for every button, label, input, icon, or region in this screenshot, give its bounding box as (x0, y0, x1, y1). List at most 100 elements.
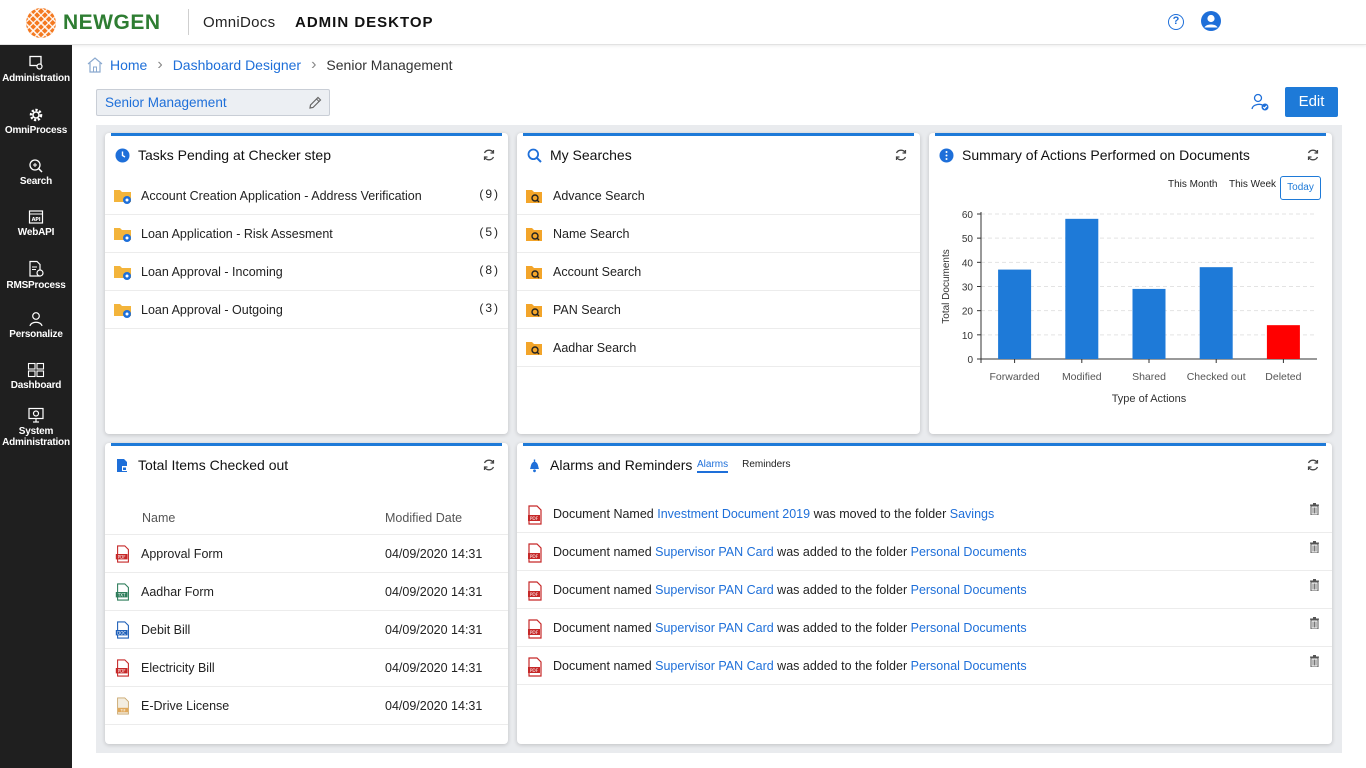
folder-link[interactable]: Personal Documents (911, 545, 1027, 559)
rail-item-webapi[interactable]: API WebAPI (0, 209, 72, 238)
rail-item-personalize[interactable]: Personalize (0, 311, 72, 340)
help-icon[interactable]: ? (1168, 14, 1184, 30)
trash-icon[interactable] (1309, 503, 1320, 515)
table-row[interactable]: DOC Debit Bill 04/09/2020 14:31 (105, 611, 508, 649)
list-item[interactable]: PAN Search (517, 291, 920, 329)
pdf-file-icon: PDF (528, 543, 542, 563)
user-profile-icon[interactable] (1200, 10, 1222, 32)
list-item[interactable]: Advance Search (517, 177, 920, 215)
item-name: E-Drive License (141, 699, 230, 713)
user-check-icon[interactable] (1250, 92, 1270, 112)
alarm-text: Document named (553, 545, 656, 559)
top-bar: NEWGEN OmniDocs ADMIN DESKTOP ? (0, 0, 1366, 45)
document-link[interactable]: Supervisor PAN Card (655, 545, 774, 559)
svg-text:PDF: PDF (118, 668, 127, 673)
rail-item-administration[interactable]: Administration (0, 55, 72, 84)
list-item[interactable]: Loan Approval - Incoming (8) (105, 253, 508, 291)
document-link[interactable]: Supervisor PAN Card (655, 583, 774, 597)
refresh-icon[interactable] (1306, 458, 1320, 472)
svg-text:DOC: DOC (117, 630, 126, 635)
bar-shared (1132, 288, 1166, 359)
trash-icon[interactable] (1309, 541, 1320, 553)
rail-item-system-administration[interactable]: System Administration (0, 407, 72, 448)
list-item[interactable]: Loan Application - Risk Assesment (5) (105, 215, 508, 253)
item-name: Debit Bill (141, 623, 191, 637)
table-row[interactable]: PDF Electricity Bill 04/09/2020 14:31 (105, 649, 508, 687)
bar-modified (1065, 218, 1099, 359)
alarm-text: was added to the folder (773, 545, 911, 559)
table-row[interactable]: TXT Aadhar Form 04/09/2020 14:31 (105, 573, 508, 611)
widget-title: Alarms and Reminders (550, 457, 693, 473)
bar-forwarded (998, 269, 1032, 359)
dashboard-name-field[interactable]: Senior Management (96, 89, 330, 116)
list-item[interactable]: Account Search (517, 253, 920, 291)
monitor-gear-icon (28, 407, 44, 423)
list-item[interactable]: Name Search (517, 215, 920, 253)
folder-link[interactable]: Savings (950, 507, 994, 521)
list-item[interactable]: Aadhar Search (517, 329, 920, 367)
breadcrumb-home[interactable]: Home (110, 57, 147, 73)
folder-link[interactable]: Personal Documents (911, 583, 1027, 597)
tasks-pending-widget: Tasks Pending at Checker step Account Cr… (105, 133, 508, 434)
refresh-icon[interactable] (482, 148, 496, 162)
alarm-item: PDF Document named Supervisor PAN Card w… (517, 647, 1332, 685)
api-icon: API (28, 210, 44, 224)
tab-reminders[interactable]: Reminders (742, 459, 790, 473)
document-link[interactable]: Investment Document 2019 (657, 507, 810, 521)
list-item[interactable]: Loan Approval - Outgoing (3) (105, 291, 508, 329)
alarm-text: was moved to the folder (810, 507, 950, 521)
trash-icon[interactable] (1309, 579, 1320, 591)
task-name: Loan Application - Risk Assesment (141, 227, 333, 241)
alarm-text: was added to the folder (773, 659, 911, 673)
newgen-logo[interactable]: NEWGEN (26, 8, 161, 38)
document-link[interactable]: Supervisor PAN Card (655, 621, 774, 635)
chevron-right-icon: › (311, 56, 317, 73)
refresh-icon[interactable] (482, 458, 496, 472)
folder-link[interactable]: Personal Documents (911, 659, 1027, 673)
rail-item-rmsprocess[interactable]: RMSProcess (0, 260, 72, 291)
widget-header: My Searches (527, 147, 632, 163)
alarm-tabs: Alarms Reminders (697, 459, 790, 473)
breadcrumb-dashboard-designer[interactable]: Dashboard Designer (173, 57, 301, 73)
column-header-name[interactable]: Name (142, 511, 175, 525)
edit-button[interactable]: Edit (1285, 87, 1338, 117)
rail-item-search[interactable]: Search (0, 158, 72, 187)
rail-item-omniprocess[interactable]: OmniProcess (0, 107, 72, 136)
trash-icon[interactable] (1309, 617, 1320, 629)
alarm-text: Document named (553, 583, 656, 597)
list-item[interactable]: Account Creation Application - Address V… (105, 177, 508, 215)
search-icon (527, 148, 542, 163)
table-row[interactable]: PDF Approval Form 04/09/2020 14:31 (105, 535, 508, 573)
document-link[interactable]: Supervisor PAN Card (655, 659, 774, 673)
home-icon[interactable] (86, 56, 104, 74)
table-row[interactable]: TIF E-Drive License 04/09/2020 14:31 (105, 687, 508, 725)
alarm-text: was added to the folder (773, 583, 911, 597)
pdf-file-icon: PDF (115, 545, 129, 563)
pencil-icon[interactable] (307, 95, 323, 111)
dashboard-title-bar: Senior Management Edit (84, 82, 1356, 122)
x-tick-label: Checked out (1187, 371, 1246, 383)
bar-checked-out (1199, 267, 1233, 359)
trash-icon[interactable] (1309, 655, 1320, 667)
refresh-icon[interactable] (894, 148, 908, 162)
checked-out-widget: Total Items Checked out Name Modified Da… (105, 443, 508, 744)
alarm-message: Document named Supervisor PAN Card was a… (553, 659, 1027, 673)
person-icon (29, 312, 43, 327)
tab-alarms[interactable]: Alarms (697, 459, 729, 473)
widget-title: Tasks Pending at Checker step (138, 147, 331, 163)
alarms-reminders-widget: Alarms and Reminders Alarms Reminders PD… (517, 443, 1332, 744)
folder-search-icon (526, 304, 542, 317)
alarm-message: Document named Supervisor PAN Card was a… (553, 545, 1027, 559)
x-tick-label: Forwarded (989, 371, 1039, 383)
svg-text:PDF: PDF (530, 592, 539, 598)
item-modified-date: 04/09/2020 14:31 (385, 623, 483, 637)
alarm-item: PDF Document named Supervisor PAN Card w… (517, 571, 1332, 609)
search-icon (29, 159, 43, 173)
administration-icon (29, 55, 43, 70)
x-tick-label: Modified (1062, 371, 1102, 383)
rail-label: Search (19, 176, 53, 187)
folder-link[interactable]: Personal Documents (911, 621, 1027, 635)
column-header-modified-date[interactable]: Modified Date (385, 511, 462, 525)
dashboard-canvas: Tasks Pending at Checker step Account Cr… (96, 125, 1342, 753)
rail-item-dashboard[interactable]: Dashboard (0, 362, 72, 391)
